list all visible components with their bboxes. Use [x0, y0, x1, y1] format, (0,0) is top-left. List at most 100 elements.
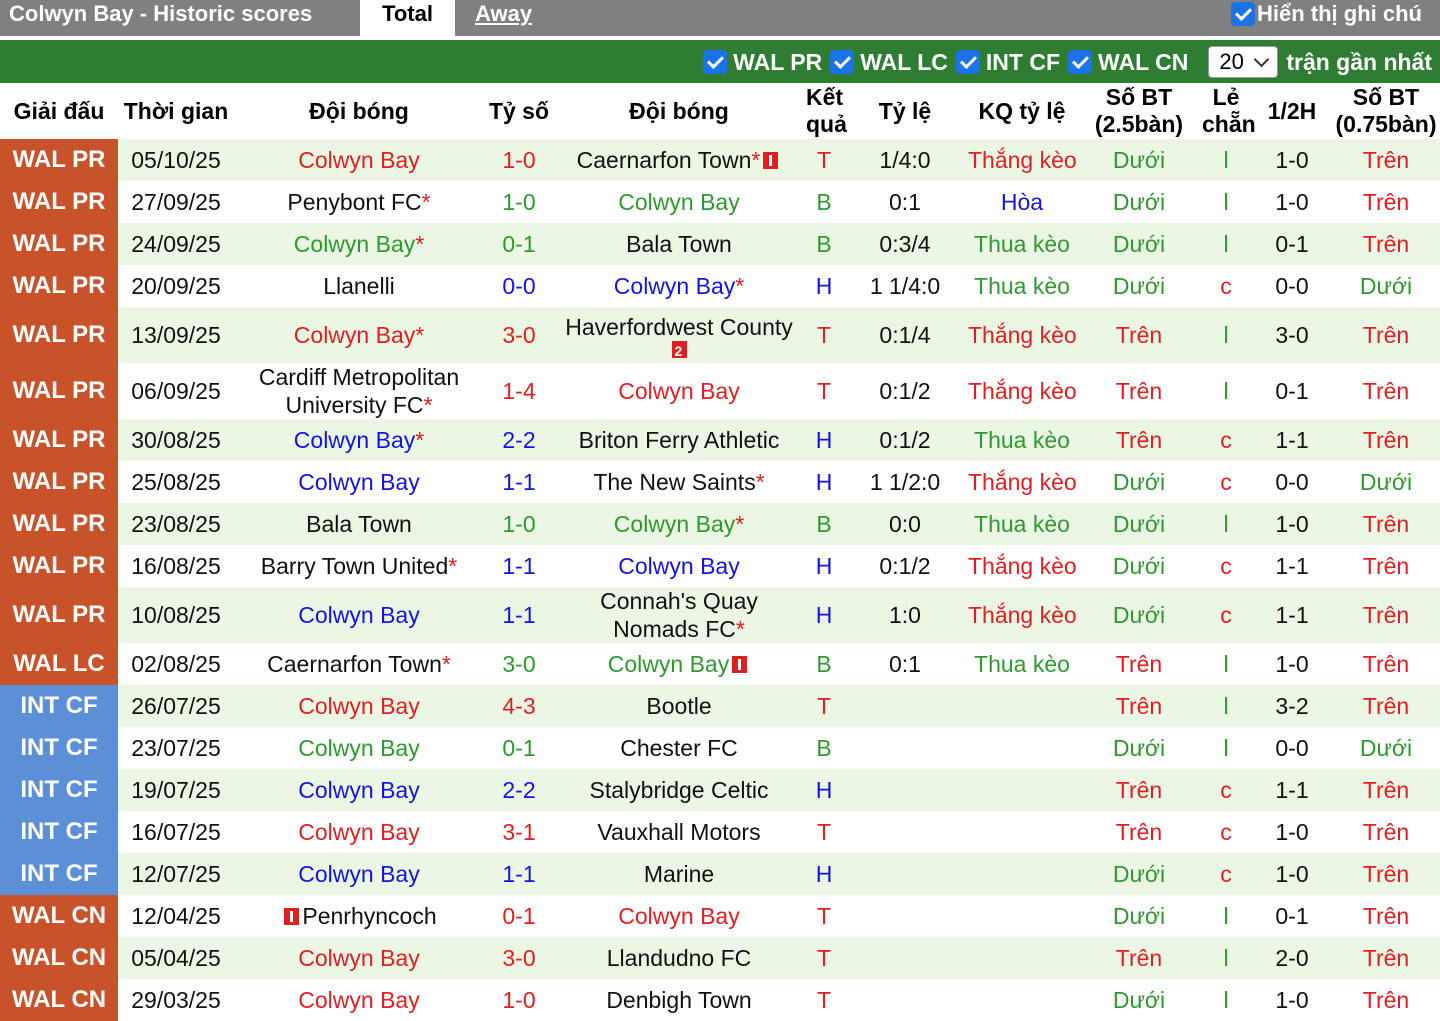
home-team[interactable]: Colwyn Bay: [234, 769, 484, 811]
checkbox-checked-icon[interactable]: [830, 50, 855, 74]
match-score[interactable]: 1-1: [484, 545, 554, 587]
league-badge[interactable]: WAL PR: [0, 139, 118, 181]
match-score[interactable]: 1-4: [484, 363, 554, 419]
away-team[interactable]: Haverfordwest County: [554, 307, 804, 365]
league-badge[interactable]: WAL PR: [0, 223, 118, 265]
away-team[interactable]: Llandudno FC: [554, 937, 804, 979]
away-team[interactable]: Colwyn Bay: [554, 545, 804, 587]
league-badge[interactable]: WAL CN: [0, 979, 118, 1021]
league-badge[interactable]: INT CF: [0, 769, 118, 811]
home-team[interactable]: Colwyn Bay: [234, 587, 484, 643]
home-team[interactable]: Llanelli: [234, 265, 484, 307]
table-row: WAL PR 30/08/25 Colwyn Bay* 2-2 Briton Ferry…: [0, 419, 1440, 461]
over-under: Trên: [1078, 685, 1200, 727]
league-badge[interactable]: WAL PR: [0, 181, 118, 223]
home-team[interactable]: Colwyn Bay: [234, 979, 484, 1021]
match-score[interactable]: 1-0: [484, 503, 554, 545]
match-score[interactable]: 3-0: [484, 937, 554, 979]
home-team[interactable]: Colwyn Bay*: [234, 307, 484, 363]
match-score[interactable]: 1-0: [484, 181, 554, 223]
away-team[interactable]: The New Saints*: [554, 461, 804, 503]
home-team[interactable]: Colwyn Bay: [234, 461, 484, 503]
match-score[interactable]: 1-1: [484, 587, 554, 643]
league-badge[interactable]: WAL PR: [0, 419, 118, 461]
league-badge[interactable]: WAL CN: [0, 895, 118, 937]
match-score[interactable]: 3-0: [484, 307, 554, 363]
away-team[interactable]: Colwyn Bay: [554, 643, 804, 685]
match-score[interactable]: 1-0: [484, 979, 554, 1021]
match-score[interactable]: 0-0: [484, 265, 554, 307]
home-team[interactable]: Colwyn Bay: [234, 811, 484, 853]
home-team-name: Colwyn Bay: [298, 861, 420, 887]
away-team[interactable]: Denbigh Town: [554, 979, 804, 1021]
league-badge[interactable]: WAL PR: [0, 307, 118, 363]
show-notes-toggle[interactable]: Hiển thị ghi chú: [1231, 1, 1422, 27]
checkbox-checked-icon[interactable]: [1231, 2, 1255, 26]
match-score[interactable]: 3-0: [484, 643, 554, 685]
home-team[interactable]: Colwyn Bay: [234, 853, 484, 895]
match-count-select[interactable]: 20: [1208, 46, 1279, 78]
match-score[interactable]: 0-1: [484, 895, 554, 937]
league-badge[interactable]: WAL PR: [0, 587, 118, 643]
away-team[interactable]: Marine: [554, 853, 804, 895]
match-score[interactable]: 1-0: [484, 139, 554, 181]
league-badge[interactable]: WAL PR: [0, 545, 118, 587]
away-team[interactable]: Colwyn Bay: [554, 181, 804, 223]
filter-int-cf[interactable]: INT CF: [955, 49, 1060, 76]
match-score[interactable]: 1-1: [484, 853, 554, 895]
league-badge[interactable]: INT CF: [0, 685, 118, 727]
home-team[interactable]: Cardiff Metropolitan University FC*: [234, 363, 484, 419]
away-team[interactable]: Colwyn Bay*: [554, 265, 804, 307]
match-score[interactable]: 3-1: [484, 811, 554, 853]
home-team[interactable]: Colwyn Bay: [234, 139, 484, 181]
league-badge[interactable]: WAL CN: [0, 937, 118, 979]
match-date: 29/03/25: [118, 979, 234, 1021]
league-badge[interactable]: WAL PR: [0, 363, 118, 419]
filter-wal-pr[interactable]: WAL PR: [703, 49, 822, 76]
col-score: Tỷ số: [484, 83, 554, 139]
match-score[interactable]: 0-1: [484, 223, 554, 265]
home-team-name: Colwyn Bay: [293, 231, 416, 257]
tab-away[interactable]: Away: [475, 1, 532, 27]
away-team[interactable]: Colwyn Bay*: [554, 503, 804, 545]
away-team[interactable]: Colwyn Bay: [554, 363, 804, 419]
away-team[interactable]: Chester FC: [554, 727, 804, 769]
away-team[interactable]: Vauxhall Motors: [554, 811, 804, 853]
away-team[interactable]: Bootle: [554, 685, 804, 727]
away-team[interactable]: Briton Ferry Athletic: [554, 419, 804, 461]
tab-total[interactable]: Total: [360, 0, 455, 36]
away-team[interactable]: Caernarfon Town*: [554, 139, 804, 181]
filter-wal-cn[interactable]: WAL CN: [1068, 49, 1188, 76]
home-team[interactable]: Penrhyncoch: [234, 895, 484, 937]
home-team[interactable]: Colwyn Bay: [234, 937, 484, 979]
league-badge[interactable]: INT CF: [0, 811, 118, 853]
away-team[interactable]: Stalybridge Celtic: [554, 769, 804, 811]
home-team[interactable]: Colwyn Bay*: [234, 419, 484, 461]
match-score[interactable]: 4-3: [484, 685, 554, 727]
checkbox-checked-icon[interactable]: [955, 50, 980, 74]
league-badge[interactable]: INT CF: [0, 727, 118, 769]
match-score[interactable]: 1-1: [484, 461, 554, 503]
checkbox-checked-icon[interactable]: [703, 50, 728, 74]
match-score[interactable]: 0-1: [484, 727, 554, 769]
league-badge[interactable]: INT CF: [0, 853, 118, 895]
filter-wal-lc[interactable]: WAL LC: [830, 49, 948, 76]
league-badge[interactable]: WAL PR: [0, 265, 118, 307]
home-team[interactable]: Caernarfon Town*: [234, 643, 484, 685]
home-team[interactable]: Colwyn Bay: [234, 727, 484, 769]
league-badge[interactable]: WAL PR: [0, 503, 118, 545]
away-team[interactable]: Colwyn Bay: [554, 895, 804, 937]
home-team[interactable]: Bala Town: [234, 503, 484, 545]
away-team[interactable]: Bala Town: [554, 223, 804, 265]
home-team[interactable]: Colwyn Bay*: [234, 223, 484, 265]
match-score[interactable]: 2-2: [484, 419, 554, 461]
league-badge[interactable]: WAL LC: [0, 643, 118, 685]
home-team[interactable]: Barry Town United*: [234, 545, 484, 587]
away-team[interactable]: Connah's Quay Nomads FC*: [554, 587, 804, 643]
league-badge[interactable]: WAL PR: [0, 461, 118, 503]
home-team[interactable]: Colwyn Bay: [234, 685, 484, 727]
home-star-icon: *: [421, 189, 431, 215]
checkbox-checked-icon[interactable]: [1068, 50, 1093, 74]
match-score[interactable]: 2-2: [484, 769, 554, 811]
home-team[interactable]: Penybont FC*: [234, 181, 484, 223]
